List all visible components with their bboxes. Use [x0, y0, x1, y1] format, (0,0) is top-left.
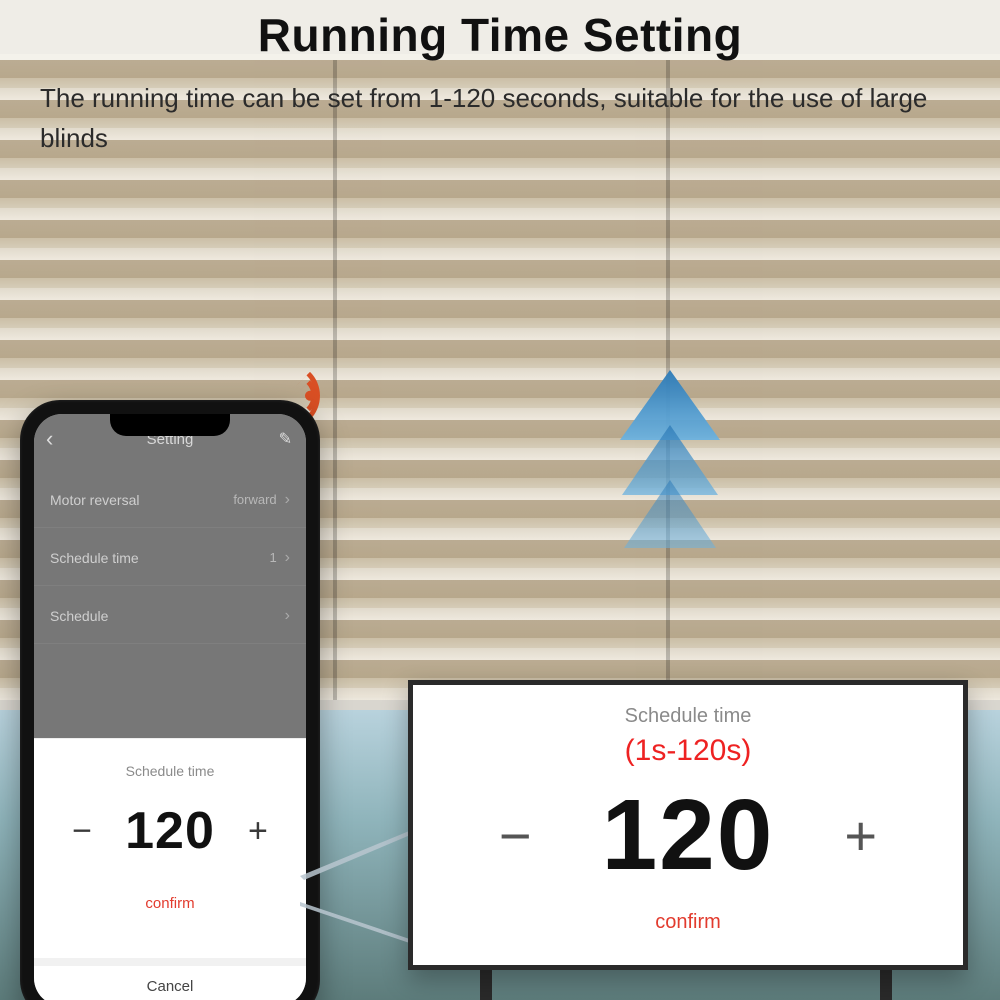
- row-value: forward: [233, 492, 276, 507]
- confirm-button[interactable]: confirm: [655, 911, 721, 934]
- schedule-time-sheet: Schedule time − 120 + confirm Cancel: [34, 738, 306, 1000]
- chevron-right-icon: ›: [285, 549, 290, 567]
- callout-label: Schedule time: [625, 705, 752, 728]
- row-schedule-time[interactable]: Schedule time 1 ›: [34, 530, 306, 586]
- row-schedule[interactable]: Schedule ›: [34, 588, 306, 644]
- row-value: 1: [269, 550, 276, 565]
- phone-screen: ‹ Setting ✎ Motor reversal forward › Sch…: [34, 414, 306, 1000]
- chevron-right-icon: ›: [285, 491, 290, 509]
- page-subtitle: The running time can be set from 1-120 s…: [40, 78, 960, 159]
- decrement-button[interactable]: −: [65, 812, 99, 851]
- edit-icon[interactable]: ✎: [279, 429, 292, 449]
- increment-button[interactable]: +: [241, 812, 275, 851]
- time-stepper: − 120 +: [65, 801, 275, 861]
- arrow-up-icon: [610, 370, 730, 590]
- row-label: Schedule time: [50, 550, 139, 566]
- decrement-button[interactable]: −: [499, 803, 532, 868]
- row-motor-reversal[interactable]: Motor reversal forward ›: [34, 472, 306, 528]
- row-label: Motor reversal: [50, 492, 139, 508]
- phone-mockup: ‹ Setting ✎ Motor reversal forward › Sch…: [20, 400, 320, 1000]
- confirm-button[interactable]: confirm: [145, 895, 194, 912]
- chevron-right-icon: ›: [285, 607, 290, 625]
- cancel-button[interactable]: Cancel: [34, 958, 306, 1000]
- callout-value: 120: [602, 778, 775, 893]
- sheet-label: Schedule time: [126, 763, 215, 779]
- time-value: 120: [125, 801, 215, 861]
- increment-button[interactable]: +: [844, 803, 877, 868]
- back-icon[interactable]: ‹: [46, 426, 53, 452]
- callout-range: (1s-120s): [625, 734, 752, 768]
- page-title: Running Time Setting: [0, 8, 1000, 62]
- schedule-time-callout: Schedule time (1s-120s) − 120 + confirm: [408, 680, 968, 970]
- phone-notch: [110, 414, 230, 436]
- row-label: Schedule: [50, 608, 108, 624]
